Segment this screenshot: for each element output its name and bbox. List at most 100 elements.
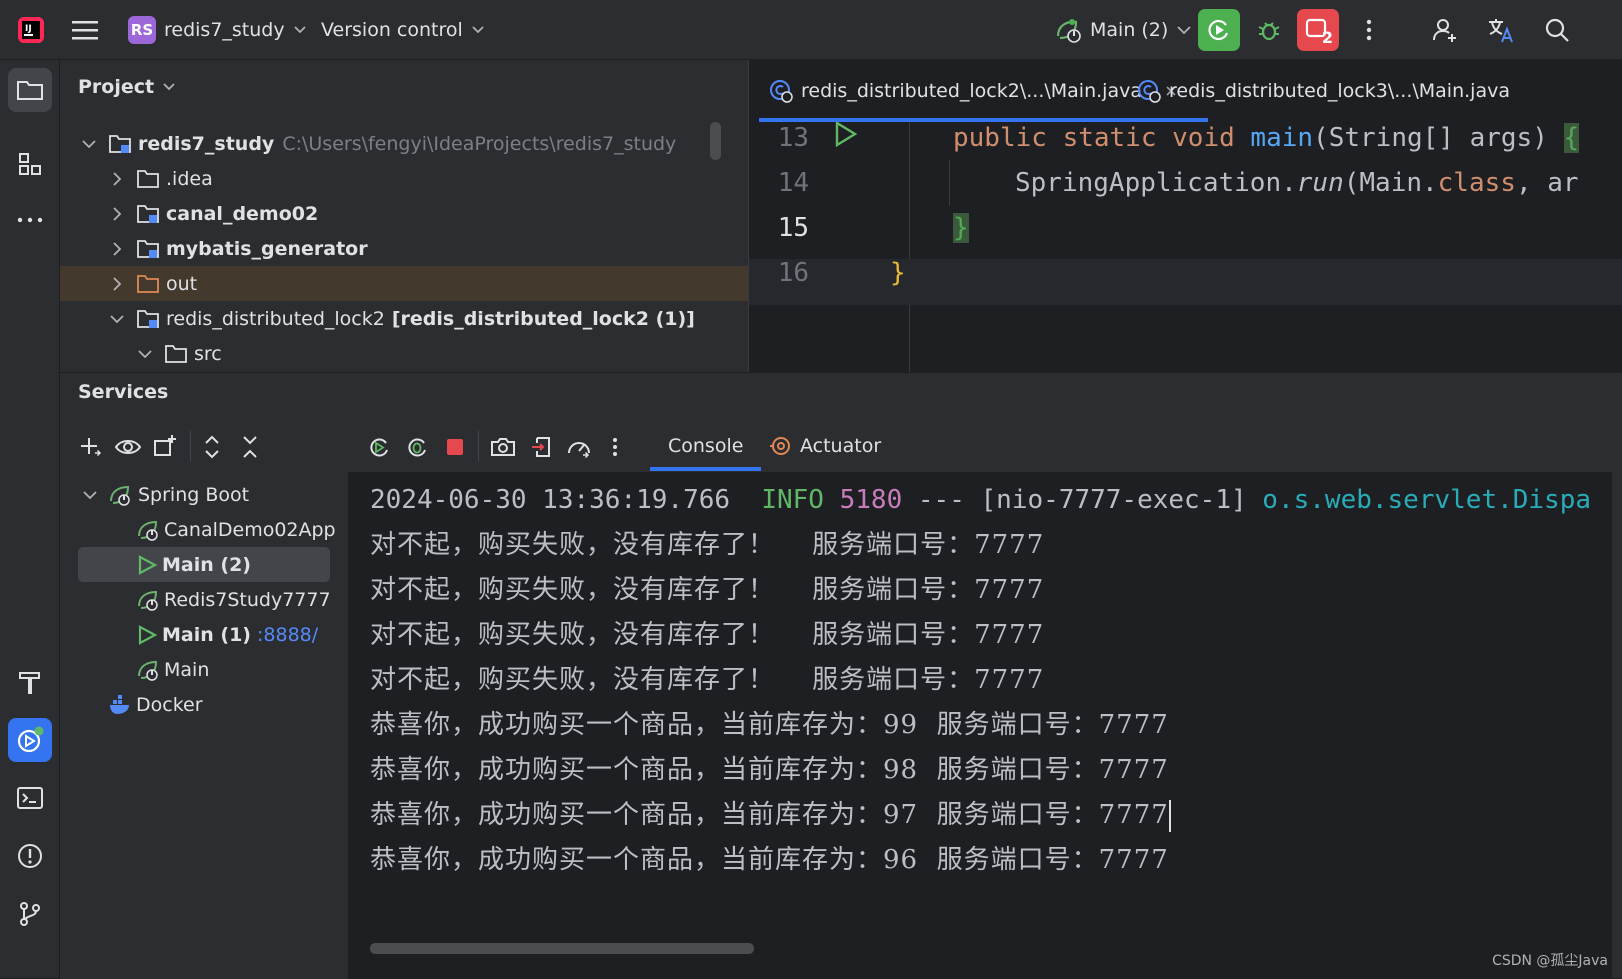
tree-item-redis-distributed-lock2[interactable]: redis_distributed_lock2 [redis_distribut…: [60, 301, 748, 336]
search-button[interactable]: [1536, 9, 1578, 51]
service-label: Docker: [136, 693, 203, 716]
log-line: 对不起，购买失败，没有库存了！ 服务端口号：7777: [370, 523, 1044, 568]
java-class-run-icon: [770, 80, 793, 103]
log-port: 7777: [974, 665, 1045, 695]
services-toolbar: [60, 421, 358, 477]
project-panel-header[interactable]: Project: [78, 76, 176, 98]
tab-actuator[interactable]: Actuator: [768, 421, 881, 471]
log-message: 恭喜你，成功购买一个商品，当前库存为：98: [370, 755, 919, 785]
log-level: INFO: [761, 485, 824, 515]
log-line: 对不起，购买失败，没有库存了！ 服务端口号：7777: [370, 613, 1044, 658]
git-tool-button[interactable]: [8, 892, 52, 936]
chevron-down-icon[interactable]: [82, 487, 98, 503]
profiler-button[interactable]: [566, 434, 592, 460]
run-gutter-icon[interactable]: [833, 122, 859, 149]
chevron-right-icon[interactable]: [108, 240, 126, 258]
expand-all-icon[interactable]: [202, 434, 222, 460]
collapse-all-icon[interactable]: [240, 434, 260, 460]
terminal-tool-button[interactable]: [8, 776, 52, 820]
service-label: Main (1): [162, 623, 251, 646]
service-port-link[interactable]: :8888/: [257, 624, 318, 646]
debug-button[interactable]: [1248, 9, 1290, 51]
eye-icon[interactable]: [114, 435, 142, 459]
log-message: 恭喜你，成功购买一个商品，当前库存为：96: [370, 845, 919, 875]
run-config-selector[interactable]: Main (2): [1054, 0, 1192, 60]
tree-item-label: .idea: [166, 167, 213, 190]
code-with-me-button[interactable]: [1424, 9, 1466, 51]
more-console-actions[interactable]: [602, 434, 628, 460]
toolbar-separator: [478, 431, 479, 461]
log-logger[interactable]: o.s.web.servlet.Dispa: [1262, 485, 1591, 515]
tree-item-out[interactable]: out: [60, 266, 748, 301]
editor-tab-main-lock3[interactable]: redis_distributed_lock3\...\Main.java: [1137, 60, 1510, 122]
editor-body[interactable]: 13 14 15 16 public static void main(Stri…: [749, 122, 1622, 372]
chevron-down-icon: [293, 26, 306, 34]
project-scrollbar[interactable]: [710, 122, 721, 160]
folder-icon: [17, 81, 43, 100]
module-folder-icon: [137, 204, 159, 223]
toolbar-separator: [190, 431, 191, 461]
chevron-down-icon[interactable]: [136, 345, 154, 363]
horizontal-scrollbar[interactable]: [370, 943, 754, 954]
excluded-folder-icon: [137, 274, 159, 293]
project-panel: Project redis7_study C:\Users\fengyi\Ide…: [60, 60, 748, 372]
intellij-logo-icon[interactable]: IJ: [16, 0, 46, 60]
log-port-label: 服务端口号：: [936, 845, 1099, 875]
tree-item-mybatis-generator[interactable]: mybatis_generator: [60, 231, 748, 266]
new-group-icon[interactable]: [152, 433, 178, 459]
more-vertical-icon: [613, 438, 617, 456]
log-port: 7777: [974, 575, 1045, 605]
rerun-button[interactable]: [1198, 9, 1240, 51]
log-line: 恭喜你，成功购买一个商品，当前库存为：97 服务端口号：7777: [370, 793, 1171, 838]
stop-button[interactable]: 2: [1297, 9, 1339, 51]
more-horizontal-icon: [17, 217, 43, 223]
exit-button[interactable]: [528, 434, 554, 460]
thread-dump-button[interactable]: [490, 434, 516, 460]
code-arg: (Main.: [1343, 168, 1438, 198]
chevron-right-icon[interactable]: [108, 170, 126, 188]
problems-tool-button[interactable]: [8, 834, 52, 878]
log-line: 恭喜你，成功购买一个商品，当前库存为：98 服务端口号：7777: [370, 748, 1169, 793]
rerun-button[interactable]: [366, 434, 392, 460]
chevron-down-icon[interactable]: [108, 310, 126, 328]
editor-tab-main-lock2[interactable]: redis_distributed_lock2\...\Main.java: [759, 60, 1208, 122]
services-tool-button[interactable]: [8, 718, 52, 762]
more-actions-button[interactable]: [1348, 9, 1390, 51]
add-service-icon[interactable]: [78, 435, 102, 459]
chevron-down-icon: [1177, 26, 1191, 35]
build-tool-button[interactable]: [8, 660, 52, 704]
tree-item-redis7-study[interactable]: redis7_study C:\Users\fengyi\IdeaProject…: [60, 126, 748, 161]
log-port-label: 服务端口号：: [812, 575, 975, 605]
rerun-debug-button[interactable]: [404, 434, 430, 460]
editor-tab-label: redis_distributed_lock2\...\Main.java: [801, 80, 1142, 102]
title-bar: IJ RS redis7_study Version control Main …: [0, 0, 1622, 60]
chevron-down-icon: [472, 26, 484, 34]
chevron-right-icon[interactable]: [108, 275, 126, 293]
structure-tool-button[interactable]: [8, 142, 52, 186]
console-output[interactable]: 2024-06-30 13:36:19.766 INFO 5180 --- [n…: [348, 473, 1612, 979]
log-message: 恭喜你，成功购买一个商品，当前库存为：99: [370, 710, 919, 740]
tree-item-module: [redis_distributed_lock2 (1)]: [391, 307, 695, 330]
stop-button[interactable]: [442, 434, 468, 460]
services-tree: Spring Boot CanalDemo02App Main (2) Redi…: [60, 477, 358, 979]
vcs-menu[interactable]: Version control: [321, 0, 485, 60]
log-header-line: 2024-06-30 13:36:19.766 INFO 5180 --- [n…: [370, 478, 1591, 523]
main-menu-icon[interactable]: [72, 0, 98, 60]
log-timestamp: 2024-06-30 13:36:19.766: [370, 485, 731, 515]
tree-item-canal-demo02[interactable]: canal_demo02: [60, 196, 748, 231]
chevron-down-icon[interactable]: [80, 135, 98, 153]
translate-button[interactable]: [1480, 9, 1522, 51]
gauge-icon: [568, 442, 590, 459]
tree-item-src[interactable]: src: [60, 336, 748, 371]
project-tool-button[interactable]: [8, 68, 52, 112]
log-line: 恭喜你，成功购买一个商品，当前库存为：99 服务端口号：7777: [370, 703, 1169, 748]
tab-console[interactable]: Console: [649, 421, 762, 471]
more-tools-button[interactable]: [8, 198, 52, 242]
chevron-right-icon[interactable]: [108, 205, 126, 223]
project-switcher[interactable]: RS redis7_study: [128, 0, 307, 60]
folder-icon: [165, 344, 187, 363]
svg-text:IJ: IJ: [25, 24, 32, 34]
tree-item-idea[interactable]: .idea: [60, 161, 748, 196]
service-spring-boot[interactable]: Spring Boot: [60, 477, 380, 512]
tree-item-path: C:\Users\fengyi\IdeaProjects\redis7_stud…: [282, 132, 677, 155]
